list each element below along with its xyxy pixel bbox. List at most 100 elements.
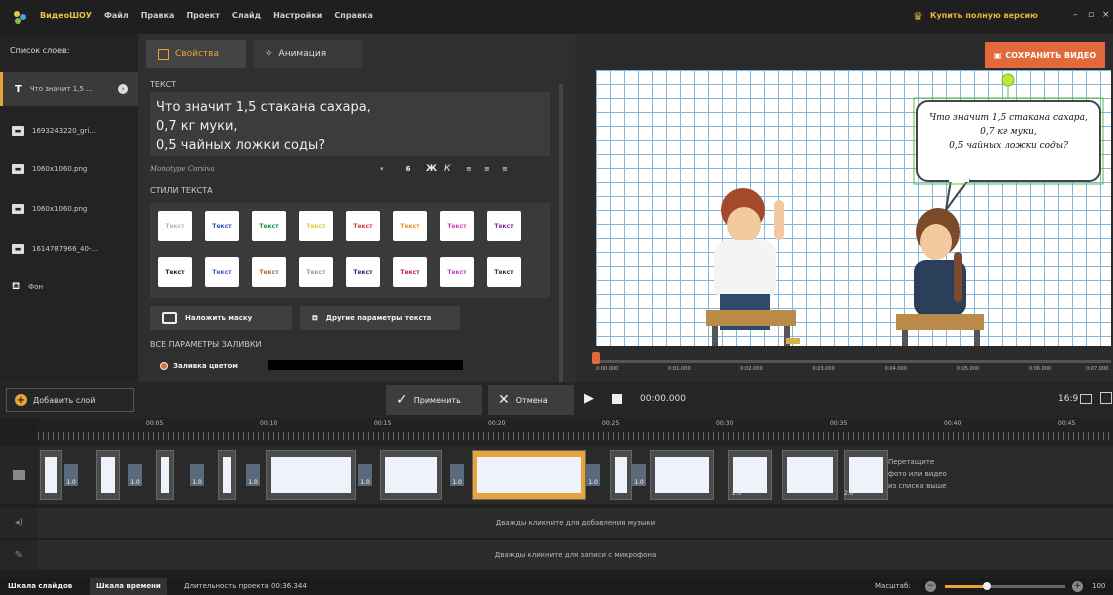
preview-progress-track[interactable] bbox=[596, 360, 1111, 363]
drop-hint-line: фото или видео bbox=[888, 470, 947, 478]
tab-properties[interactable]: Свойства bbox=[146, 40, 246, 68]
text-style-tile[interactable]: Текст bbox=[487, 257, 521, 287]
text-style-tile[interactable]: Текст bbox=[158, 211, 192, 241]
transition-marker[interactable]: 1.0 bbox=[246, 464, 260, 486]
transition-marker[interactable]: 1.0 bbox=[586, 464, 600, 486]
layer-item[interactable]: T Что значит 1,5 ... › bbox=[0, 72, 138, 106]
fill-color-radio[interactable]: Заливка цветом bbox=[160, 362, 238, 370]
transition-marker[interactable]: 1.0 bbox=[358, 464, 372, 486]
close-button[interactable]: × bbox=[1102, 10, 1110, 20]
transition-marker[interactable]: 1.0 bbox=[128, 464, 142, 486]
transition-marker[interactable]: 1.0 bbox=[632, 464, 646, 486]
slide-thumbnail[interactable] bbox=[380, 450, 442, 500]
play-icon[interactable]: ▶ bbox=[584, 391, 594, 406]
text-style-tile[interactable]: Текст bbox=[440, 257, 474, 287]
slide-preview-image bbox=[787, 457, 833, 493]
menu-project[interactable]: Проект bbox=[186, 11, 219, 20]
slide-thumbnail[interactable] bbox=[782, 450, 838, 500]
tab-animation[interactable]: ✧ Анимация bbox=[253, 40, 363, 68]
text-style-tile[interactable]: Текст bbox=[252, 211, 286, 241]
mic-hint: Дважды кликните для записи с микрофона bbox=[494, 551, 657, 559]
text-style-tile[interactable]: Текст bbox=[299, 257, 333, 287]
add-layer-label: Добавить слой bbox=[33, 395, 96, 405]
slide-thumbnail[interactable] bbox=[472, 450, 586, 500]
cancel-button[interactable]: ✕ Отмена bbox=[488, 385, 574, 415]
text-style-tile[interactable]: Текст bbox=[393, 257, 427, 287]
mask-button[interactable]: Наложить маску bbox=[150, 306, 292, 330]
apply-button[interactable]: ✓ Применить bbox=[386, 385, 482, 415]
layer-label: Фон bbox=[28, 283, 44, 291]
stop-icon[interactable] bbox=[612, 394, 622, 404]
tab-time-scale[interactable]: Шкала времени bbox=[90, 578, 167, 595]
timeline-ruler-label: 00:20 bbox=[488, 420, 506, 427]
add-layer-button[interactable]: + Добавить слой bbox=[6, 388, 134, 412]
slide-thumbnail[interactable] bbox=[218, 450, 236, 500]
text-style-tile[interactable]: Текст bbox=[205, 211, 239, 241]
slide-thumbnail[interactable] bbox=[650, 450, 714, 500]
text-style-tile[interactable]: Текст bbox=[346, 257, 380, 287]
align-left-icon[interactable]: ≡ bbox=[466, 165, 484, 173]
menu-slide[interactable]: Слайд bbox=[232, 11, 261, 20]
transition-marker[interactable]: 1.0 bbox=[64, 464, 78, 486]
aspect-ratio[interactable]: 16:9 bbox=[1058, 394, 1078, 404]
slide-thumbnail[interactable] bbox=[96, 450, 120, 500]
layer-item[interactable]: ⛾ Фон bbox=[0, 270, 138, 304]
zoom-slider-handle[interactable] bbox=[983, 582, 991, 590]
minimize-button[interactable]: – bbox=[1073, 10, 1078, 20]
align-right-icon[interactable]: ≡ bbox=[502, 165, 520, 173]
layer-label: 1060x1060.png bbox=[32, 165, 88, 173]
properties-scrollbar[interactable] bbox=[559, 84, 563, 384]
menu-file[interactable]: Файл bbox=[104, 11, 129, 20]
save-video-button[interactable]: ▣ СОХРАНИТЬ ВИДЕО bbox=[985, 42, 1105, 68]
zoom-out-button[interactable]: − bbox=[925, 581, 936, 592]
buy-full-version-link[interactable]: Купить полную версию bbox=[930, 11, 1038, 20]
fullscreen-icon[interactable] bbox=[1100, 392, 1112, 404]
bold-button[interactable]: Ж bbox=[426, 164, 444, 174]
text-style-tile[interactable]: Текст bbox=[158, 257, 192, 287]
slide-thumbnail[interactable] bbox=[610, 450, 632, 500]
slide-thumbnail[interactable] bbox=[266, 450, 356, 500]
voice-track[interactable]: Дважды кликните для записи с микрофона bbox=[38, 540, 1113, 570]
preview-canvas[interactable]: Что значит 1,5 стакана сахара, 0,7 кг му… bbox=[596, 70, 1111, 346]
slide-thumbnail[interactable] bbox=[40, 450, 62, 500]
font-size-select[interactable]: 6 bbox=[390, 165, 426, 173]
screen-icon[interactable] bbox=[1080, 394, 1092, 404]
menu-help[interactable]: Справка bbox=[334, 11, 372, 20]
timeline-ruler-label: 00:35 bbox=[830, 420, 848, 427]
text-style-tile[interactable]: Текст bbox=[346, 211, 380, 241]
layer-item[interactable]: ▬ 1614787966_40-... bbox=[0, 232, 138, 266]
menu-settings[interactable]: Настройки bbox=[273, 11, 322, 20]
slide-duration-label: 2.0 bbox=[732, 490, 742, 497]
text-style-tile[interactable]: Текст bbox=[299, 211, 333, 241]
zoom-slider[interactable] bbox=[945, 582, 1065, 590]
text-style-tile[interactable]: Текст bbox=[205, 257, 239, 287]
timeline-ruler[interactable]: 00:05 00:10 00:15 00:20 00:25 00:30 00:35 00:40… bbox=[38, 418, 1113, 442]
playhead-handle[interactable] bbox=[592, 352, 600, 364]
timeline-panel: 00:05 00:10 00:15 00:20 00:25 00:30 00:35 00:40… bbox=[0, 418, 1113, 578]
slide-thumbnail[interactable] bbox=[156, 450, 174, 500]
layer-item[interactable]: ▬ 1693243220_gri... bbox=[0, 114, 138, 148]
align-center-icon[interactable]: ≡ bbox=[484, 165, 502, 173]
transition-marker[interactable]: 1.0 bbox=[450, 464, 464, 486]
layer-item[interactable]: ▬ 1060x1060.png bbox=[0, 152, 138, 186]
more-text-settings-button[interactable]: ⛾ Другие параметры текста bbox=[300, 306, 460, 330]
text-content-field[interactable]: Что значит 1,5 стакана сахара, 0,7 кг му… bbox=[150, 92, 550, 156]
text-style-tile[interactable]: Текст bbox=[487, 211, 521, 241]
menu-app[interactable]: ВидеоШОУ bbox=[40, 11, 92, 20]
text-style-tile[interactable]: Текст bbox=[252, 257, 286, 287]
layer-options-icon[interactable]: › bbox=[118, 84, 128, 94]
transition-marker[interactable]: 1.0 bbox=[190, 464, 204, 486]
font-family-select[interactable]: Monotype Corsiva bbox=[150, 165, 380, 173]
zoom-in-button[interactable]: + bbox=[1072, 581, 1083, 592]
restore-button[interactable]: ▫ bbox=[1088, 10, 1094, 20]
menu-edit[interactable]: Правка bbox=[141, 11, 175, 20]
music-track[interactable]: Дважды кликните для добавления музыки bbox=[38, 508, 1113, 538]
tab-slides-scale[interactable]: Шкала слайдов bbox=[8, 582, 72, 590]
text-style-tile[interactable]: Текст bbox=[393, 211, 427, 241]
italic-button[interactable]: К bbox=[444, 164, 466, 174]
text-style-tile[interactable]: Текст bbox=[440, 211, 474, 241]
slide-preview-image bbox=[733, 457, 767, 493]
layer-item[interactable]: ▬ 1060x1060.png bbox=[0, 192, 138, 226]
preview-time-ruler[interactable]: 0:00.000 0:01.000 0:02.000 0:03.000 0:04.000… bbox=[592, 352, 1111, 376]
fill-color-swatch[interactable] bbox=[268, 360, 463, 370]
